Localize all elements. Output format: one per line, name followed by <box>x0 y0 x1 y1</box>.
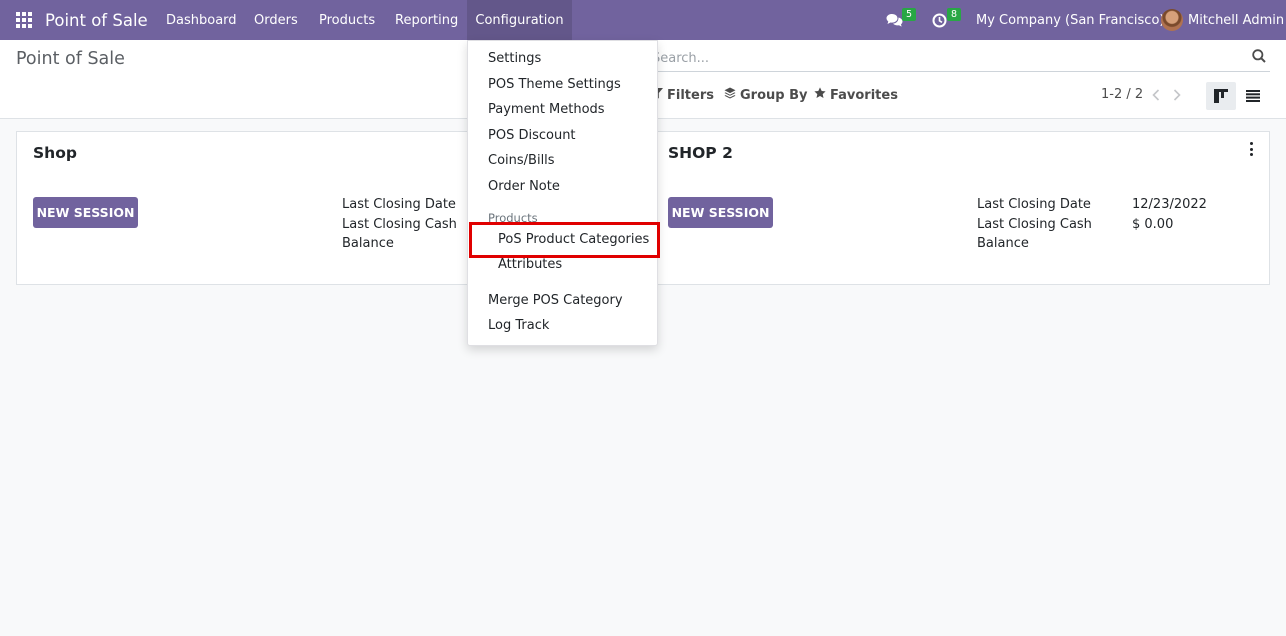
menu-reporting[interactable]: Reporting <box>395 0 458 40</box>
pos-config-name: SHOP 2 <box>668 144 733 162</box>
pos-config-name: Shop <box>33 144 77 162</box>
apps-menu-icon[interactable] <box>16 0 34 40</box>
user-avatar[interactable] <box>1161 9 1183 31</box>
group-by-label: Group By <box>740 87 808 103</box>
menu-item-log-track[interactable]: Log Track <box>488 318 549 333</box>
menu-dashboard[interactable]: Dashboard <box>166 0 237 40</box>
card-options-icon[interactable] <box>1247 142 1255 156</box>
favorites-label: Favorites <box>830 87 898 103</box>
menu-item-pos-theme-settings[interactable]: POS Theme Settings <box>488 77 621 92</box>
menu-products[interactable]: Products <box>319 0 375 40</box>
pager-next-icon[interactable] <box>1170 86 1184 104</box>
group-by-button[interactable]: Group By <box>724 87 807 103</box>
pager-previous-icon[interactable] <box>1149 86 1163 104</box>
app-brand[interactable]: Point of Sale <box>45 0 148 40</box>
layers-icon <box>724 87 736 103</box>
new-session-button[interactable]: NEW SESSION <box>33 197 138 228</box>
new-session-button[interactable]: NEW SESSION <box>668 197 773 228</box>
list-view-icon[interactable] <box>1238 82 1268 110</box>
menu-item-coins-bills[interactable]: Coins/Bills <box>488 153 555 168</box>
menu-item-payment-methods[interactable]: Payment Methods <box>488 102 605 117</box>
company-switcher[interactable]: My Company (San Francisco) <box>976 0 1164 40</box>
activities-count-badge: 8 <box>947 8 961 21</box>
filters-label: Filters <box>667 87 714 103</box>
activity-clock-icon[interactable] <box>932 0 947 40</box>
favorites-button[interactable]: Favorites <box>814 87 898 103</box>
balance-label: Balance <box>342 236 394 251</box>
menu-configuration[interactable]: Configuration <box>467 0 572 40</box>
configuration-dropdown: Settings POS Theme Settings Payment Meth… <box>467 40 658 346</box>
menu-item-order-note[interactable]: Order Note <box>488 179 560 194</box>
page-title: Point of Sale <box>16 49 125 69</box>
top-navbar: Point of Sale Dashboard Orders Products … <box>0 0 1286 40</box>
menu-item-pos-discount[interactable]: POS Discount <box>488 128 576 143</box>
menu-item-attributes[interactable]: Attributes <box>498 257 562 272</box>
user-menu[interactable]: Mitchell Admin <box>1188 0 1284 40</box>
pos-config-card[interactable]: SHOP 2 NEW SESSION Last Closing Date Las… <box>651 131 1270 285</box>
last-closing-date-label: Last Closing Date <box>977 197 1091 212</box>
menu-orders[interactable]: Orders <box>254 0 298 40</box>
last-closing-cash-label: Last Closing Cash <box>977 217 1092 232</box>
menu-item-merge-pos-category[interactable]: Merge POS Category <box>488 293 623 308</box>
last-closing-cash-value: $ 0.00 <box>1132 217 1174 232</box>
last-closing-cash-label: Last Closing Cash <box>342 217 457 232</box>
pager-value[interactable]: 1-2 / 2 <box>1101 87 1143 102</box>
kanban-view-icon[interactable] <box>1206 82 1236 110</box>
star-icon <box>814 87 826 103</box>
messages-count-badge: 5 <box>902 8 916 21</box>
menu-item-settings[interactable]: Settings <box>488 51 541 66</box>
messages-icon[interactable] <box>886 0 903 40</box>
last-closing-date-value: 12/23/2022 <box>1132 197 1207 212</box>
search-icon[interactable] <box>1252 49 1266 67</box>
filters-button[interactable]: Filters <box>652 87 714 103</box>
last-closing-date-label: Last Closing Date <box>342 197 456 212</box>
balance-label: Balance <box>977 236 1029 251</box>
highlight-box <box>469 222 660 258</box>
